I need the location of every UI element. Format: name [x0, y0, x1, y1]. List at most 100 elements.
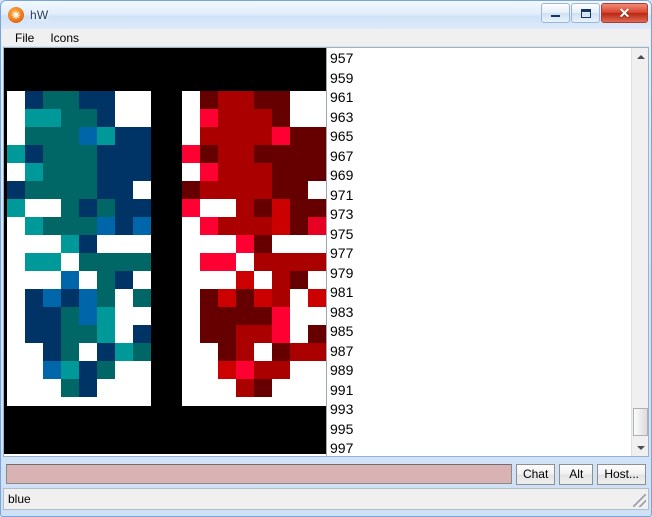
pixel-cell[interactable] [254, 361, 272, 379]
pixel-cell[interactable] [115, 91, 133, 109]
pixel-cell[interactable] [200, 361, 218, 379]
pixel-cell[interactable] [200, 145, 218, 163]
pixel-cell[interactable] [79, 163, 97, 181]
pixel-cell[interactable] [254, 145, 272, 163]
pixel-cell[interactable] [218, 235, 236, 253]
chat-input[interactable] [6, 464, 512, 484]
pixel-cell[interactable] [115, 289, 133, 307]
pixel-cell[interactable] [182, 145, 200, 163]
pixel-cell[interactable] [25, 235, 43, 253]
pixel-cell[interactable] [254, 127, 272, 145]
pixel-cell[interactable] [97, 379, 115, 397]
pixel-cell[interactable] [7, 289, 25, 307]
pixel-cell[interactable] [79, 271, 97, 289]
pixel-cell[interactable] [25, 361, 43, 379]
pixel-cell[interactable] [182, 163, 200, 181]
pixel-cell[interactable] [200, 109, 218, 127]
pixel-cell[interactable] [79, 343, 97, 361]
pixel-cell[interactable] [218, 379, 236, 397]
pixel-cell[interactable] [218, 127, 236, 145]
pixel-cell[interactable] [236, 361, 254, 379]
pixel-cell[interactable] [218, 91, 236, 109]
pixel-cell[interactable] [115, 163, 133, 181]
pixel-cell[interactable] [43, 109, 61, 127]
pixel-cell[interactable] [115, 217, 133, 235]
pixel-cell[interactable] [115, 379, 133, 397]
scroll-down-icon[interactable] [632, 439, 648, 456]
pixel-cell[interactable] [79, 145, 97, 163]
pixel-cell[interactable] [254, 235, 272, 253]
pixel-cell[interactable] [97, 181, 115, 199]
pixel-cell[interactable] [182, 217, 200, 235]
pixel-canvas[interactable] [4, 48, 326, 454]
menu-item-file[interactable]: File [8, 30, 41, 46]
pixel-cell[interactable] [97, 343, 115, 361]
pixel-cell[interactable] [272, 109, 290, 127]
pixel-cell[interactable] [97, 109, 115, 127]
pixel-cell[interactable] [272, 91, 290, 109]
pixel-cell[interactable] [182, 127, 200, 145]
pixel-cell[interactable] [200, 181, 218, 199]
pixel-cell[interactable] [43, 163, 61, 181]
pixel-cell[interactable] [200, 163, 218, 181]
pixel-cell[interactable] [79, 325, 97, 343]
pixel-cell[interactable] [115, 235, 133, 253]
pixel-cell[interactable] [272, 307, 290, 325]
chat-button[interactable]: Chat [515, 463, 556, 485]
pixel-cell[interactable] [61, 289, 79, 307]
pixel-cell[interactable] [308, 127, 326, 145]
pixel-cell[interactable] [290, 235, 308, 253]
pixel-cell[interactable] [133, 199, 151, 217]
pixel-cell[interactable] [115, 145, 133, 163]
pixel-cell[interactable] [97, 199, 115, 217]
pixel-cell[interactable] [133, 307, 151, 325]
pixel-cell[interactable] [236, 325, 254, 343]
pixel-cell[interactable] [308, 109, 326, 127]
pixel-cell[interactable] [218, 307, 236, 325]
title-bar[interactable]: hW ✕ [1, 1, 651, 29]
pixel-cell[interactable] [79, 127, 97, 145]
pixel-cell[interactable] [43, 181, 61, 199]
pixel-cell[interactable] [218, 253, 236, 271]
pixel-cell[interactable] [218, 109, 236, 127]
pixel-cell[interactable] [7, 91, 25, 109]
pixel-cell[interactable] [7, 307, 25, 325]
pixel-cell[interactable] [97, 91, 115, 109]
pixel-cell[interactable] [61, 379, 79, 397]
pixel-cell[interactable] [254, 199, 272, 217]
pixel-cell[interactable] [133, 253, 151, 271]
pixel-cell[interactable] [236, 307, 254, 325]
pixel-cell[interactable] [290, 199, 308, 217]
pixel-cell[interactable] [133, 325, 151, 343]
pixel-cell[interactable] [25, 199, 43, 217]
pixel-cell[interactable] [25, 181, 43, 199]
pixel-cell[interactable] [272, 271, 290, 289]
pixel-cell[interactable] [308, 253, 326, 271]
pixel-cell[interactable] [97, 271, 115, 289]
pixel-cell[interactable] [79, 235, 97, 253]
pixel-cell[interactable] [254, 91, 272, 109]
pixel-cell[interactable] [200, 379, 218, 397]
pixel-cell[interactable] [43, 379, 61, 397]
pixel-cell[interactable] [272, 325, 290, 343]
pixel-cell[interactable] [308, 181, 326, 199]
pixel-cell[interactable] [236, 253, 254, 271]
pixel-cell[interactable] [97, 289, 115, 307]
maximize-button[interactable] [571, 3, 600, 23]
pixel-cell[interactable] [236, 109, 254, 127]
pixel-cell[interactable] [61, 235, 79, 253]
pixel-cell[interactable] [97, 127, 115, 145]
host-button[interactable]: Host... [597, 463, 646, 485]
pixel-cell[interactable] [25, 145, 43, 163]
pixel-cell[interactable] [254, 109, 272, 127]
pixel-cell[interactable] [43, 145, 61, 163]
pixel-cell[interactable] [236, 145, 254, 163]
pixel-cell[interactable] [218, 217, 236, 235]
pixel-cell[interactable] [182, 235, 200, 253]
pixel-cell[interactable] [254, 379, 272, 397]
pixel-cell[interactable] [7, 271, 25, 289]
pixel-cell[interactable] [218, 199, 236, 217]
pixel-cell[interactable] [254, 253, 272, 271]
pixel-cell[interactable] [182, 181, 200, 199]
pixel-cell[interactable] [218, 181, 236, 199]
